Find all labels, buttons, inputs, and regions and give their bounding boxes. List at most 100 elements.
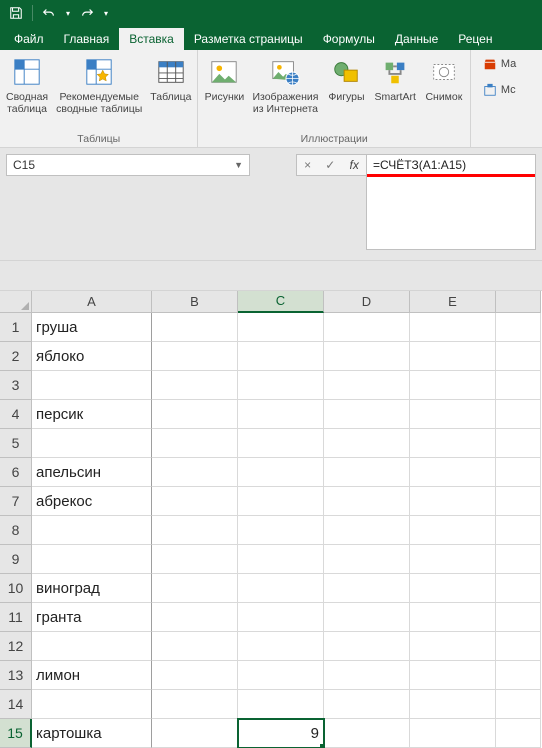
- cell-E6[interactable]: [410, 458, 496, 487]
- cell-C10[interactable]: [238, 574, 324, 603]
- redo-button[interactable]: [77, 3, 97, 23]
- tab-home[interactable]: Главная: [54, 28, 120, 50]
- cell-E9[interactable]: [410, 545, 496, 574]
- cell-F1[interactable]: [496, 313, 541, 342]
- cell-C3[interactable]: [238, 371, 324, 400]
- cell-C4[interactable]: [238, 400, 324, 429]
- cell-E15[interactable]: [410, 719, 496, 748]
- cell-F13[interactable]: [496, 661, 541, 690]
- cell-C7[interactable]: [238, 487, 324, 516]
- online-pictures-button[interactable]: Изображения из Интернета: [248, 52, 322, 115]
- qat-customize[interactable]: ▾: [101, 3, 111, 23]
- cell-D1[interactable]: [324, 313, 410, 342]
- cell-C6[interactable]: [238, 458, 324, 487]
- save-button[interactable]: [6, 3, 26, 23]
- row-header[interactable]: 12: [0, 632, 32, 661]
- row-header[interactable]: 15: [0, 719, 32, 748]
- cell-D14[interactable]: [324, 690, 410, 719]
- select-all-triangle[interactable]: [0, 291, 32, 313]
- cell-B14[interactable]: [152, 690, 238, 719]
- cell-B4[interactable]: [152, 400, 238, 429]
- cell-C2[interactable]: [238, 342, 324, 371]
- row-header[interactable]: 9: [0, 545, 32, 574]
- cell-F12[interactable]: [496, 632, 541, 661]
- row-header[interactable]: 13: [0, 661, 32, 690]
- tab-file[interactable]: Файл: [4, 28, 54, 50]
- cell-B7[interactable]: [152, 487, 238, 516]
- cell-C5[interactable]: [238, 429, 324, 458]
- cell-A4[interactable]: персик: [32, 400, 152, 429]
- cell-A10[interactable]: виноград: [32, 574, 152, 603]
- row-header[interactable]: 1: [0, 313, 32, 342]
- row-header[interactable]: 4: [0, 400, 32, 429]
- cell-F3[interactable]: [496, 371, 541, 400]
- cancel-button[interactable]: ×: [304, 158, 311, 172]
- cell-E12[interactable]: [410, 632, 496, 661]
- cell-A6[interactable]: апельсин: [32, 458, 152, 487]
- tab-page-layout[interactable]: Разметка страницы: [184, 28, 313, 50]
- cell-C9[interactable]: [238, 545, 324, 574]
- cell-C1[interactable]: [238, 313, 324, 342]
- cell-F5[interactable]: [496, 429, 541, 458]
- cell-A15[interactable]: картошка: [32, 719, 152, 748]
- cell-F2[interactable]: [496, 342, 541, 371]
- cell-A1[interactable]: груша: [32, 313, 152, 342]
- col-header-A[interactable]: A: [32, 291, 152, 313]
- cell-C11[interactable]: [238, 603, 324, 632]
- cell-E5[interactable]: [410, 429, 496, 458]
- tab-review[interactable]: Рецен: [448, 28, 502, 50]
- formula-input[interactable]: =СЧЁТЗ(A1:A15): [366, 154, 536, 176]
- pictures-button[interactable]: Рисунки: [200, 52, 248, 103]
- row-header[interactable]: 6: [0, 458, 32, 487]
- cell-D7[interactable]: [324, 487, 410, 516]
- cell-A11[interactable]: гранта: [32, 603, 152, 632]
- cell-D15[interactable]: [324, 719, 410, 748]
- tab-data[interactable]: Данные: [385, 28, 448, 50]
- row-header[interactable]: 10: [0, 574, 32, 603]
- screenshot-button[interactable]: Снимок: [420, 52, 468, 103]
- cell-A13[interactable]: лимон: [32, 661, 152, 690]
- tab-insert[interactable]: Вставка: [119, 28, 184, 50]
- cell-B2[interactable]: [152, 342, 238, 371]
- cell-B13[interactable]: [152, 661, 238, 690]
- cell-B9[interactable]: [152, 545, 238, 574]
- cell-C14[interactable]: [238, 690, 324, 719]
- pivot-table-button[interactable]: Сводная таблица: [2, 52, 52, 115]
- cell-C13[interactable]: [238, 661, 324, 690]
- cell-D4[interactable]: [324, 400, 410, 429]
- cell-B5[interactable]: [152, 429, 238, 458]
- cell-D8[interactable]: [324, 516, 410, 545]
- table-button[interactable]: Таблица: [146, 52, 195, 103]
- cell-D10[interactable]: [324, 574, 410, 603]
- cell-B1[interactable]: [152, 313, 238, 342]
- name-box[interactable]: C15 ▼: [6, 154, 250, 176]
- recommended-pivot-button[interactable]: Рекомендуемые сводные таблицы: [52, 52, 146, 115]
- cell-F7[interactable]: [496, 487, 541, 516]
- smartart-button[interactable]: SmartArt: [370, 52, 419, 103]
- cell-A8[interactable]: [32, 516, 152, 545]
- cell-E13[interactable]: [410, 661, 496, 690]
- cell-E11[interactable]: [410, 603, 496, 632]
- cell-B10[interactable]: [152, 574, 238, 603]
- cell-D3[interactable]: [324, 371, 410, 400]
- cell-C12[interactable]: [238, 632, 324, 661]
- row-header[interactable]: 2: [0, 342, 32, 371]
- cell-B12[interactable]: [152, 632, 238, 661]
- cell-A2[interactable]: яблоко: [32, 342, 152, 371]
- cell-E4[interactable]: [410, 400, 496, 429]
- row-header[interactable]: 5: [0, 429, 32, 458]
- cell-A9[interactable]: [32, 545, 152, 574]
- cell-A12[interactable]: [32, 632, 152, 661]
- myaddins-button[interactable]: Мс: [477, 80, 522, 100]
- tab-formulas[interactable]: Формулы: [313, 28, 385, 50]
- cell-C15[interactable]: 9: [238, 719, 324, 748]
- cell-A7[interactable]: абрекос: [32, 487, 152, 516]
- store-button[interactable]: Ма: [477, 54, 522, 74]
- cell-D12[interactable]: [324, 632, 410, 661]
- cell-B11[interactable]: [152, 603, 238, 632]
- cell-E10[interactable]: [410, 574, 496, 603]
- cell-D11[interactable]: [324, 603, 410, 632]
- cell-F8[interactable]: [496, 516, 541, 545]
- cell-E8[interactable]: [410, 516, 496, 545]
- cell-B3[interactable]: [152, 371, 238, 400]
